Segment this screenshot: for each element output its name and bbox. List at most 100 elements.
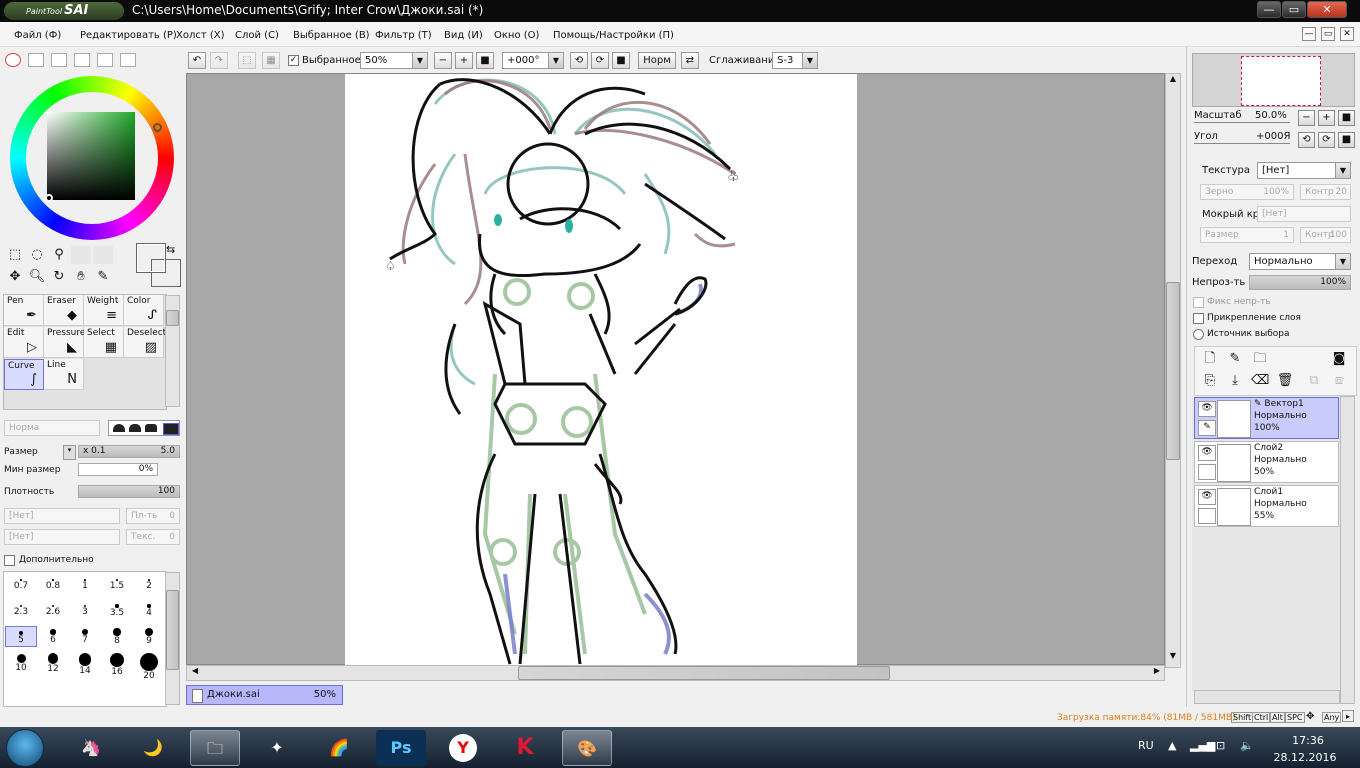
brush-size-option[interactable]: 14 <box>69 652 101 676</box>
blend-mode-button[interactable]: Норм <box>638 52 676 69</box>
merge-down-icon[interactable]: ⤓ <box>1226 372 1244 390</box>
brush-size-option[interactable]: 12 <box>37 652 69 674</box>
new-folder-icon[interactable]: 🗀 <box>1251 350 1269 368</box>
document-tab[interactable]: Джоки.sai 50% <box>186 685 343 705</box>
brush-eraser[interactable]: Eraser ◆ <box>44 295 84 326</box>
lasso-icon[interactable]: ◌ <box>28 246 46 264</box>
taskbar-kaspersky-icon[interactable]: K <box>500 730 550 766</box>
rgb-slider-mode-icon[interactable] <box>28 53 44 67</box>
clock-date[interactable]: 28.12.2016 <box>1270 751 1340 764</box>
menu-filter[interactable]: Фильтр (Т) <box>375 30 432 41</box>
nav-angle-value[interactable]: +000Я <box>1256 131 1290 142</box>
layer-opacity-slider[interactable]: 100% <box>1249 275 1351 290</box>
texture-b-select[interactable]: [Нет] <box>4 529 120 545</box>
new-vector-layer-icon[interactable]: ✎ <box>1226 350 1244 368</box>
fix-opacity-checkbox[interactable] <box>1193 297 1204 308</box>
swatches-mode-icon[interactable] <box>74 53 90 67</box>
flatten-icon[interactable]: ⧈ <box>1330 372 1348 390</box>
hsv-slider-mode-icon[interactable] <box>51 53 67 67</box>
selection-checkbox[interactable]: ✓ <box>288 55 299 66</box>
eye-icon[interactable]: 👁 <box>1198 445 1216 461</box>
menu-selection[interactable]: Выбранное (В) <box>293 30 370 41</box>
language-indicator[interactable]: RU <box>1138 739 1154 752</box>
size-multiplier-dropdown[interactable]: ▾ <box>63 445 76 460</box>
canvas-hscroll-thumb[interactable] <box>518 666 890 680</box>
deselect-button[interactable]: ⬚ <box>238 52 256 69</box>
nav-zoom-value[interactable]: 50.0% <box>1255 110 1287 121</box>
scroll-right-icon[interactable]: ▶ <box>1150 666 1164 680</box>
rotate-reset-button[interactable]: ■ <box>612 52 630 69</box>
brush-size-option[interactable]: 9 <box>133 626 165 647</box>
brush-shape-medium-icon[interactable] <box>129 424 141 432</box>
navigator-preview[interactable] <box>1192 53 1355 107</box>
taskbar-explorer-icon[interactable]: 🗀 <box>190 730 240 766</box>
lock-icon[interactable] <box>1198 464 1216 480</box>
brush-shape-hard-icon[interactable] <box>145 424 157 432</box>
nav-zoom-reset-button[interactable]: ■ <box>1338 110 1355 126</box>
rect-select-icon[interactable]: ⬚ <box>6 246 24 264</box>
scroll-left-icon[interactable]: ◀ <box>188 666 202 680</box>
scroll-down-icon[interactable]: ▼ <box>1166 651 1180 665</box>
volume-icon[interactable]: 🔈 <box>1240 739 1254 752</box>
status-menu-icon[interactable]: ▸ <box>1342 710 1354 722</box>
tray-arrow-icon[interactable]: ▲ <box>1168 739 1176 752</box>
menu-canvas[interactable]: Холст (Х) <box>176 30 225 41</box>
brush-pen[interactable]: Pen ✒ <box>4 295 44 326</box>
zoom-select[interactable]: 50% ▼ <box>360 52 428 69</box>
scratchpad-mode-icon[interactable] <box>120 53 136 67</box>
invert-selection-button[interactable]: ▦ <box>262 52 280 69</box>
layer-blend-select[interactable]: Нормально ▼ <box>1249 253 1351 270</box>
brush-size-option[interactable]: 5 <box>5 626 37 647</box>
brush-size-option[interactable]: 3.5 <box>101 600 133 621</box>
sv-marker[interactable] <box>45 194 53 202</box>
menu-layer[interactable]: Слой (С) <box>235 30 279 41</box>
clock-time[interactable]: 17:36 <box>1284 734 1332 747</box>
brush-size-option[interactable]: 7 <box>69 626 101 647</box>
hue-marker[interactable] <box>153 123 162 132</box>
delete-layer-icon[interactable]: 🗑 <box>1276 372 1294 390</box>
redo-button[interactable]: ↷ <box>210 52 228 69</box>
brush-select[interactable]: Select ▦ <box>84 327 124 358</box>
size-slider[interactable]: x 0.1 5.0 <box>78 445 180 458</box>
brush-size-option[interactable]: 3 <box>69 600 101 621</box>
taskbar-yandex-icon[interactable]: Y <box>438 730 488 766</box>
rotate-icon[interactable]: ↻ <box>50 268 68 286</box>
brush-size-option[interactable]: 4 <box>133 600 165 621</box>
brush-curve[interactable]: Curve ∫ <box>4 359 44 390</box>
brush-size-option[interactable]: 2 <box>133 574 165 595</box>
contrast-field[interactable]: Контр 20 <box>1300 184 1351 200</box>
network-icon[interactable]: ⊡ <box>1216 739 1225 752</box>
advanced-checkbox[interactable] <box>4 555 15 566</box>
layer-mask-icon[interactable]: ◙ <box>1330 350 1348 368</box>
layer-list-scrollbar[interactable] <box>1340 396 1355 704</box>
texture-select[interactable]: [Нет] ▼ <box>1257 162 1351 179</box>
navigator-viewport[interactable] <box>1241 56 1321 106</box>
brush-mode-select[interactable]: Норма <box>4 420 100 436</box>
angle-select[interactable]: +000° ▼ <box>502 52 564 69</box>
brush-grid-scroll-thumb[interactable] <box>166 310 179 326</box>
merge-visible-icon[interactable]: ⧉ <box>1305 372 1323 390</box>
brush-weight[interactable]: Weight ≡ <box>84 295 124 326</box>
size-grid-scroll-thumb[interactable] <box>166 590 179 670</box>
brush-size-option[interactable]: 6 <box>37 626 69 647</box>
mdi-minimize-button[interactable]: — <box>1302 27 1316 41</box>
clip-layer-checkbox[interactable] <box>1193 313 1204 324</box>
nav-zoom-in-button[interactable]: + <box>1318 110 1335 126</box>
clear-layer-icon[interactable]: ⌫ <box>1251 372 1269 390</box>
nav-zoom-out-button[interactable]: − <box>1298 110 1315 126</box>
edge-size-field[interactable]: Размер 1 <box>1200 227 1294 243</box>
flip-button[interactable]: ⇄ <box>681 52 699 69</box>
scroll-up-icon[interactable]: ▲ <box>1166 74 1180 88</box>
menu-file[interactable]: Файл (Ф) <box>14 30 61 41</box>
brush-size-option[interactable]: 10 <box>5 652 37 673</box>
rotate-right-button[interactable]: ⟳ <box>591 52 609 69</box>
eye-icon[interactable]: 👁 <box>1198 401 1216 417</box>
palette-mode-icon[interactable] <box>97 53 113 67</box>
primary-color-swatch[interactable] <box>136 243 166 273</box>
swap-colors-icon[interactable]: ⇆ <box>166 243 175 256</box>
min-size-slider[interactable]: 0% <box>78 463 158 476</box>
brush-shape-square-icon[interactable] <box>163 423 179 435</box>
zoom-out-button[interactable]: − <box>434 52 452 69</box>
brush-shape-soft-icon[interactable] <box>113 424 125 432</box>
brush-line[interactable]: Line N <box>44 359 84 390</box>
